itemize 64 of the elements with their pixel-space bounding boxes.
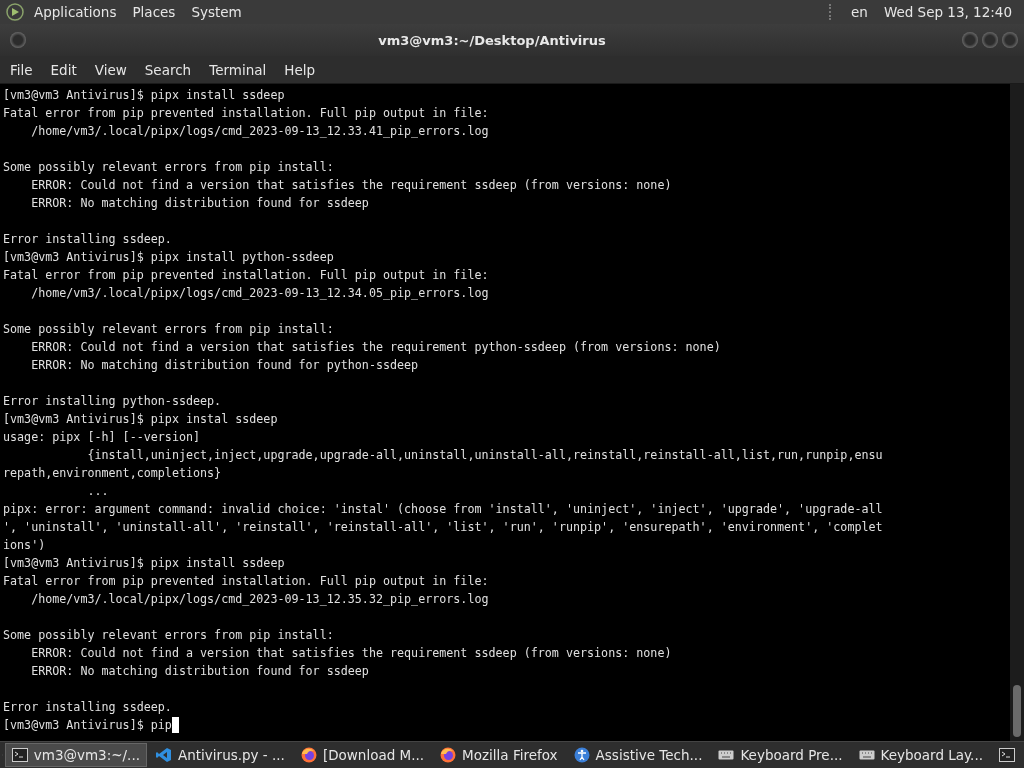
terminal-line: ions')	[3, 537, 46, 554]
terminal-line: usage: pipx [-h] [--version]	[3, 429, 201, 446]
distro-logo-icon	[6, 3, 24, 21]
panel-menu[interactable]: System	[185, 4, 248, 20]
taskbar-item[interactable]: Keyboard Pre...	[711, 743, 850, 767]
clock[interactable]: Wed Sep 13, 12:40	[877, 4, 1018, 20]
terminal-line: Error installing ssdeep.	[3, 231, 172, 248]
terminal-line: Some possibly relevant errors from pip install:	[3, 627, 334, 644]
code-editor-icon	[156, 747, 172, 763]
terminal-line: ...	[86, 483, 109, 500]
terminal-line: ERROR: Could not find a version that satisfies the requirement ssdeep (from versions: none)	[30, 645, 672, 662]
scrollbar-thumb[interactable]	[1013, 685, 1021, 737]
terminal-line: /home/vm3/.local/pipx/logs/cmd_2023-09-13_12.34.05_pip_errors.log	[30, 285, 489, 302]
keyboard-icon	[858, 750, 875, 760]
menu-item[interactable]: Edit	[43, 61, 84, 78]
terminal-line: repath,environment,completions}	[3, 465, 222, 482]
terminal-line: ERROR: Could not find a version that satisfies the requirement python-ssdeep (from versions: none)	[30, 339, 721, 356]
panel-menu[interactable]: Applications	[28, 4, 123, 20]
terminal-line: ERROR: No matching distribution found for python-ssdeep	[30, 357, 419, 374]
taskbar-item[interactable]: Antivirus.py - ...	[149, 743, 292, 767]
terminal-line: ', 'uninstall', 'uninstall-all', 'reinstall', 'reinstall-all', 'list', 'run', 'runpip', 'ensurepath', 'environment', 'complet	[3, 519, 883, 536]
menu-item[interactable]: File	[3, 61, 40, 78]
terminal-line: [vm3@vm3 Antivirus]$ pipx install ssdeep	[3, 87, 285, 104]
accessibility-icon	[573, 747, 590, 763]
panel-menu[interactable]: Places	[126, 4, 182, 20]
terminal-line: Some possibly relevant errors from pip install:	[3, 159, 334, 176]
window-menu-button[interactable]	[10, 32, 26, 48]
terminal-icon	[11, 748, 28, 762]
terminal-line: {install,uninject,inject,upgrade,upgrade-all,uninstall,uninstall-all,reinstall,reinstall-all,list,run,runpip,ensu	[86, 447, 883, 464]
terminal-line: ERROR: No matching distribution found for ssdeep	[30, 663, 369, 680]
keyboard-layout-indicator[interactable]: en	[845, 4, 874, 20]
firefox-icon	[300, 747, 317, 763]
terminal-line: [vm3@vm3 Antivirus]$ pipx instal ssdeep	[3, 411, 278, 428]
terminal-line: ERROR: No matching distribution found for ssdeep	[30, 195, 369, 212]
taskbar-item[interactable]: Keyboard Lay...	[851, 743, 990, 767]
terminal-line: Error installing python-ssdeep.	[3, 393, 222, 410]
menu-item[interactable]: Terminal	[202, 61, 274, 78]
maximize-button[interactable]	[982, 32, 998, 48]
terminal-line: ERROR: Could not find a version that satisfies the requirement ssdeep (from versions: none)	[30, 177, 672, 194]
menu-item[interactable]: View	[87, 61, 134, 78]
terminal-line: [vm3@vm3 Antivirus]$ pip	[3, 717, 172, 734]
terminal-line: Fatal error from pip prevented installation. Full pip output in file:	[3, 267, 489, 284]
terminal-line: Fatal error from pip prevented installation. Full pip output in file:	[3, 105, 489, 122]
scrollbar[interactable]	[1010, 84, 1024, 741]
terminal-line: pipx: error: argument command: invalid choice: 'instal' (choose from 'install', 'uninject', 'inject', 'upgrade', 'upgrade-all	[3, 501, 883, 518]
taskbar-item[interactable]: Mozilla Firefox	[433, 743, 565, 767]
menu-item[interactable]: Search	[137, 61, 199, 78]
terminal-line: Some possibly relevant errors from pip install:	[3, 321, 334, 338]
terminal-line: [vm3@vm3 Antivirus]$ pipx install python-ssdeep	[3, 249, 334, 266]
menu-item[interactable]: Help	[277, 61, 323, 78]
terminal-line: [vm3@vm3 Antivirus]$ pipx install ssdeep	[3, 555, 285, 572]
taskbar-item[interactable]: vm3@vm3:~/...	[4, 743, 147, 767]
minimize-button[interactable]	[962, 32, 978, 48]
terminal-line: Fatal error from pip prevented installation. Full pip output in file:	[3, 573, 489, 590]
taskbar-item[interactable]: Assistive Tech...	[566, 743, 710, 767]
taskbar-item[interactable]: [Download M...	[293, 743, 432, 767]
keyboard-icon	[718, 750, 735, 760]
terminal-line: Error installing ssdeep.	[3, 699, 172, 716]
close-button[interactable]	[1002, 32, 1018, 48]
window-title: vm3@vm3:~/Desktop/Antivirus	[377, 32, 607, 48]
terminal-icon	[999, 748, 1015, 762]
terminal-line: /home/vm3/.local/pipx/logs/cmd_2023-09-13_12.33.41_pip_errors.log	[30, 123, 489, 140]
terminal-line: /home/vm3/.local/pipx/logs/cmd_2023-09-13_12.35.32_pip_errors.log	[30, 591, 489, 608]
firefox-icon	[440, 747, 457, 763]
